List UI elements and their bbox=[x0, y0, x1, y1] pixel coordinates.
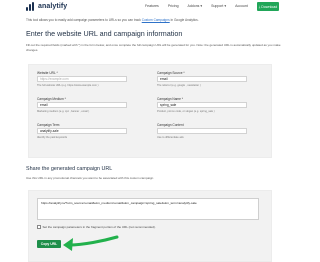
arrow-head bbox=[63, 238, 73, 251]
custom-campaigns-link[interactable]: Custom Campaigns bbox=[142, 18, 170, 22]
fragment-checkbox[interactable] bbox=[37, 225, 41, 229]
nav-link-features[interactable]: Features bbox=[145, 4, 159, 8]
campaign-name-label: Campaign Name * bbox=[157, 97, 184, 101]
campaign-form: Website URL * https://example.com The fu… bbox=[28, 64, 272, 158]
download-button[interactable]: ⤓ Download bbox=[257, 2, 279, 11]
campaign-name-input[interactable]: spring_sale bbox=[157, 102, 247, 108]
campaign-content-help: Use to differentiate ads bbox=[157, 135, 184, 139]
intro-text-before: This tool allows you to easily add campa… bbox=[26, 18, 142, 22]
fragment-checkbox-label: Set the campaign parameters in the fragm… bbox=[42, 225, 156, 229]
campaign-term-input[interactable]: analytify-sale bbox=[37, 128, 127, 134]
campaign-name-help: Product, promo code, or slogan (e.g. spr… bbox=[157, 109, 215, 113]
campaign-term-label: Campaign Term bbox=[37, 123, 60, 127]
analytify-logo-icon bbox=[26, 2, 35, 11]
intro-text: This tool allows you to easily add campa… bbox=[26, 18, 281, 22]
page-title: Enter the website URL and campaign infor… bbox=[26, 29, 183, 38]
nav-link-support[interactable]: Support ▾ bbox=[211, 4, 226, 8]
campaign-content-input[interactable] bbox=[157, 128, 247, 134]
copy-url-button[interactable]: Copy URL bbox=[37, 240, 61, 248]
campaign-content-label: Campaign Content bbox=[157, 123, 184, 127]
arrow-annotation-icon bbox=[63, 235, 119, 251]
campaign-medium-input[interactable]: email bbox=[37, 102, 127, 108]
generated-url-textarea[interactable]: https://analytify.io/?utm_source=email&u… bbox=[37, 198, 259, 220]
brand-logo[interactable]: analytify bbox=[26, 2, 67, 11]
nav-link-account[interactable]: Account bbox=[235, 4, 248, 8]
website-url-label: Website URL * bbox=[37, 71, 58, 75]
campaign-medium-label: Campaign Medium * bbox=[37, 97, 66, 101]
intro-text-after: in Google Analytics. bbox=[169, 18, 199, 22]
nav-links: Features Pricing Addons ▾ Support ▾ Acco… bbox=[145, 4, 248, 8]
download-icon: ⤓ bbox=[258, 4, 261, 9]
campaign-source-help: The referrer (e.g. google , newsletter ) bbox=[157, 83, 201, 87]
campaign-source-label: Campaign Source * bbox=[157, 71, 185, 75]
arrow-shaft bbox=[67, 235, 119, 247]
website-url-help: The full website URL (e.g. https://www.e… bbox=[37, 83, 99, 87]
form-description: Fill out the required fields (marked wit… bbox=[26, 43, 281, 52]
generated-url-panel: https://analytify.io/?utm_source=email&u… bbox=[28, 190, 272, 262]
nav-link-addons[interactable]: Addons ▾ bbox=[188, 4, 203, 8]
download-label: Download bbox=[261, 4, 278, 9]
website-url-input[interactable]: https://example.com bbox=[37, 76, 127, 82]
nav-link-pricing[interactable]: Pricing bbox=[168, 4, 179, 8]
share-heading: Share the generated campaign URL bbox=[26, 166, 113, 172]
share-description: Use this URL in any promotional channels… bbox=[26, 176, 154, 180]
top-navbar: analytify Features Pricing Addons ▾ Supp… bbox=[0, 0, 300, 14]
campaign-source-input[interactable]: email bbox=[157, 76, 247, 82]
campaign-term-help: Identify the paid keywords bbox=[37, 135, 67, 139]
campaign-medium-help: Marketing medium (e.g. cpc , banner , em… bbox=[37, 109, 90, 113]
brand-name: analytify bbox=[38, 3, 68, 10]
fragment-option: Set the campaign parameters in the fragm… bbox=[37, 225, 156, 229]
